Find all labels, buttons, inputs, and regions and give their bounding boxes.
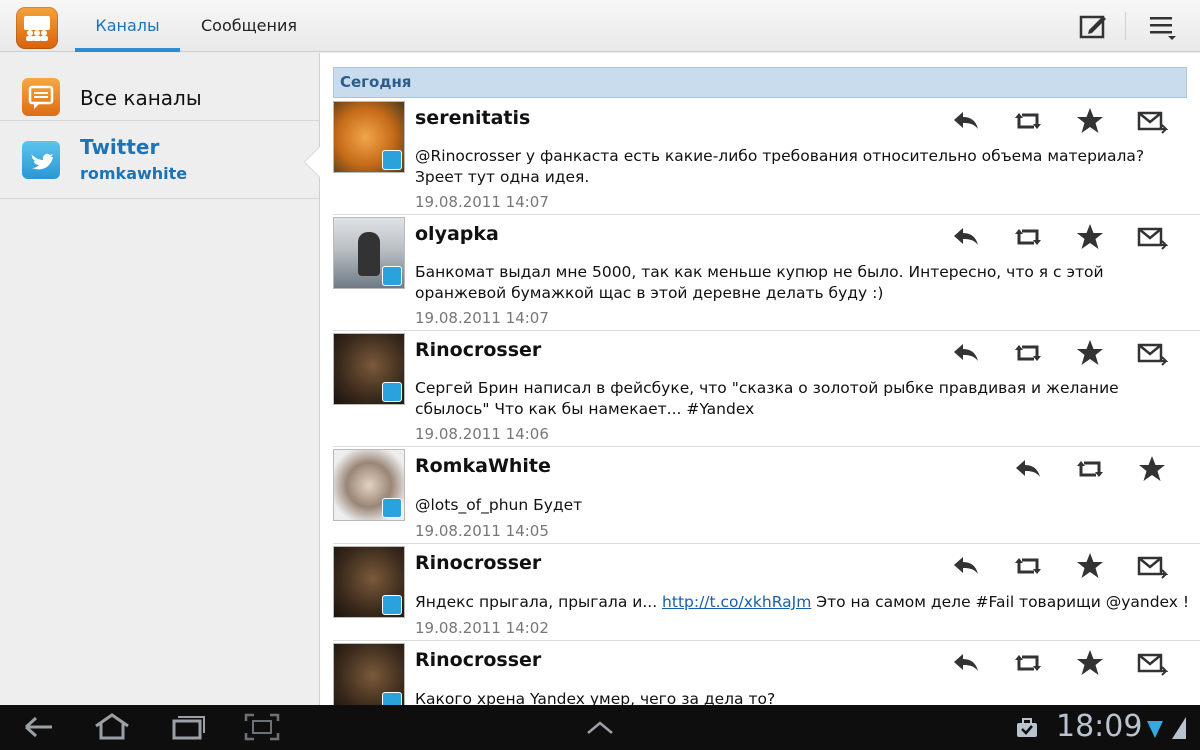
tweet-author[interactable]: olyapka bbox=[415, 223, 499, 245]
favorite-star-icon[interactable] bbox=[1074, 221, 1106, 253]
home-icon[interactable] bbox=[92, 711, 132, 743]
menu-icon bbox=[1150, 17, 1176, 40]
direct-message-icon[interactable] bbox=[1136, 221, 1168, 253]
avatar[interactable] bbox=[333, 217, 405, 289]
active-tab-indicator bbox=[75, 48, 180, 52]
tweet-timestamp: 19.08.2011 14:07 bbox=[415, 309, 549, 327]
retweet-icon[interactable] bbox=[1074, 453, 1106, 485]
reply-icon[interactable] bbox=[950, 550, 982, 582]
chevron-up-icon[interactable] bbox=[580, 711, 620, 743]
twitter-icon bbox=[22, 141, 60, 179]
retweet-icon[interactable] bbox=[1012, 221, 1044, 253]
tweet-author[interactable]: Rinocrosser bbox=[415, 339, 541, 361]
wifi-signal-icon bbox=[1147, 721, 1163, 738]
twitter-username: romkawhite bbox=[80, 164, 188, 183]
selection-pointer bbox=[305, 146, 321, 178]
tweet-item[interactable]: Rinocrosser Какого хрена Yandex умер, че… bbox=[333, 641, 1200, 705]
reply-icon[interactable] bbox=[950, 337, 982, 369]
tweet-item[interactable]: Rinocrosser Яндекс прыгала, прыгала и...… bbox=[333, 544, 1200, 641]
tweet-text: @lots_of_phun Будет bbox=[415, 496, 583, 514]
reply-icon[interactable] bbox=[950, 647, 982, 679]
twitter-badge-icon bbox=[382, 382, 402, 402]
twitter-badge-icon bbox=[382, 595, 402, 615]
back-icon[interactable] bbox=[18, 711, 58, 743]
action-bar: Каналы Сообщения bbox=[0, 0, 1200, 52]
compose-button[interactable] bbox=[1075, 8, 1111, 44]
screenshot-icon[interactable] bbox=[242, 711, 282, 743]
sidebar-item-twitter[interactable]: Twitter romkawhite bbox=[0, 121, 319, 199]
avatar[interactable] bbox=[333, 449, 405, 521]
tab-messages[interactable]: Сообщения bbox=[190, 0, 308, 52]
channels-sidebar: Все каналы Twitter romkawhite bbox=[0, 53, 320, 705]
tweet-item[interactable]: Rinocrosser Сергей Брин написал в фейсбу… bbox=[333, 331, 1200, 447]
favorite-star-icon[interactable] bbox=[1074, 105, 1106, 137]
twitter-badge-icon bbox=[382, 692, 402, 705]
tweet-author[interactable]: serenitatis bbox=[415, 107, 530, 129]
compose-icon bbox=[1079, 15, 1106, 39]
tweet-link[interactable]: http://t.co/xkhRaJm bbox=[662, 593, 811, 611]
action-divider bbox=[1125, 12, 1126, 40]
twitter-channel-name: Twitter bbox=[80, 135, 160, 159]
favorite-star-icon[interactable] bbox=[1074, 337, 1106, 369]
tweet-item[interactable]: olyapka Банкомат выдал мне 5000, так как… bbox=[333, 215, 1200, 331]
avatar[interactable] bbox=[333, 101, 405, 173]
section-header: Сегодня bbox=[333, 67, 1187, 98]
tweet-author[interactable]: Rinocrosser bbox=[415, 552, 541, 574]
tweet-timestamp: 19.08.2011 14:07 bbox=[415, 193, 549, 211]
briefcase-notification-icon[interactable] bbox=[1015, 717, 1039, 739]
direct-message-icon[interactable] bbox=[1136, 550, 1168, 582]
twitter-badge-icon bbox=[382, 498, 402, 518]
avatar[interactable] bbox=[333, 546, 405, 618]
message-icon bbox=[22, 78, 60, 116]
recent-apps-icon[interactable] bbox=[168, 711, 208, 743]
retweet-icon[interactable] bbox=[1012, 647, 1044, 679]
tweet-text: @Rinocrosser у фанкаста есть какие-либо … bbox=[415, 147, 1145, 186]
sidebar-item-label: Все каналы bbox=[80, 86, 202, 110]
tweet-text: Банкомат выдал мне 5000, так как меньше … bbox=[415, 263, 1104, 302]
tweet-timestamp: 19.08.2011 14:02 bbox=[415, 619, 549, 637]
direct-message-icon[interactable] bbox=[1136, 337, 1168, 369]
sidebar-item-all-channels[interactable]: Все каналы bbox=[0, 53, 319, 121]
tweet-item[interactable]: RomkaWhite @lots_of_phun Будет 19.08.201… bbox=[333, 447, 1200, 544]
tab-channels[interactable]: Каналы bbox=[75, 0, 180, 52]
battery-icon bbox=[1172, 717, 1186, 739]
tweet-text-part: Яндекс прыгала, прыгала и... bbox=[415, 593, 663, 611]
reply-icon[interactable] bbox=[1012, 453, 1044, 485]
tab-messages-label: Сообщения bbox=[200, 16, 297, 35]
retweet-icon[interactable] bbox=[1012, 105, 1044, 137]
tweet-text: Какого хрена Yandex умер, чего за дела т… bbox=[415, 690, 776, 705]
overflow-menu-button[interactable] bbox=[1144, 8, 1180, 44]
direct-message-icon[interactable] bbox=[1136, 105, 1168, 137]
favorite-star-icon[interactable] bbox=[1074, 647, 1106, 679]
retweet-icon[interactable] bbox=[1012, 550, 1044, 582]
tab-channels-label: Каналы bbox=[95, 16, 160, 35]
tweet-feed[interactable]: Сегодня serenitatis @Rinocrosser у фанка… bbox=[320, 53, 1200, 705]
direct-message-icon[interactable] bbox=[1136, 647, 1168, 679]
favorite-star-icon[interactable] bbox=[1074, 550, 1106, 582]
retweet-icon[interactable] bbox=[1012, 337, 1044, 369]
avatar[interactable] bbox=[333, 643, 405, 705]
tweet-timestamp: 19.08.2011 14:06 bbox=[415, 425, 549, 443]
reply-icon[interactable] bbox=[950, 105, 982, 137]
twitter-badge-icon bbox=[382, 150, 402, 170]
tweet-text: Яндекс прыгала, прыгала и... http://t.co… bbox=[415, 592, 1195, 613]
favorite-star-icon[interactable] bbox=[1136, 453, 1168, 485]
avatar[interactable] bbox=[333, 333, 405, 405]
tweet-text: Сергей Брин написал в фейсбуке, что "ска… bbox=[415, 379, 1119, 418]
reply-icon[interactable] bbox=[950, 221, 982, 253]
app-logo-icon[interactable] bbox=[16, 7, 58, 49]
tweet-author[interactable]: RomkaWhite bbox=[415, 455, 551, 477]
twitter-badge-icon bbox=[382, 266, 402, 286]
system-navigation-bar: 18:09 bbox=[0, 705, 1200, 750]
tweet-text-part: Это на самом деле #Fail товарищи @yandex… bbox=[811, 593, 1190, 611]
tweet-item[interactable]: serenitatis @Rinocrosser у фанкаста есть… bbox=[333, 99, 1200, 215]
tweet-author[interactable]: Rinocrosser bbox=[415, 649, 541, 671]
status-clock[interactable]: 18:09 bbox=[1056, 709, 1142, 744]
tweet-timestamp: 19.08.2011 14:05 bbox=[415, 522, 549, 540]
